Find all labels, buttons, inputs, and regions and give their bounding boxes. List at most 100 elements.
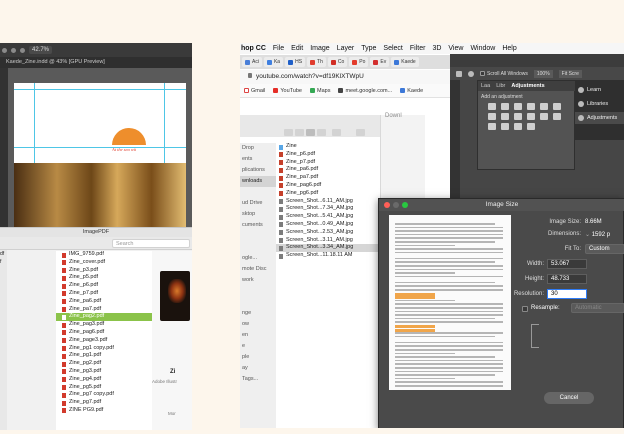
browser-tab[interactable]: Ka xyxy=(263,57,284,67)
fit-screen-button[interactable]: Fit Scre xyxy=(558,69,582,78)
sidebar-item[interactable]: plications xyxy=(240,165,276,176)
file-row[interactable]: Screen_Shot...2.53_AM.jpg xyxy=(276,229,380,237)
hand-tool-icon[interactable] xyxy=(468,70,474,77)
sidebar-item[interactable]: wnloads xyxy=(240,176,276,187)
dock-item[interactable]: Libraries xyxy=(575,98,624,110)
menu-item[interactable]: 3D xyxy=(432,45,441,52)
search-input[interactable]: Search xyxy=(112,239,190,248)
menu-item[interactable]: Type xyxy=(361,45,376,52)
file-row[interactable]: Zine_pag2.pdf xyxy=(56,313,152,322)
more-link[interactable]: Mor xyxy=(168,411,176,416)
dock-item[interactable]: Learn xyxy=(575,84,624,96)
file-row[interactable]: Zine_pa6.pdf xyxy=(56,298,152,306)
bookmark-item[interactable]: YouTube xyxy=(273,87,302,94)
panel-tab[interactable]: Laa xyxy=(481,83,490,89)
fit-to-select[interactable]: Custom xyxy=(585,244,624,254)
finder-sidebar[interactable] xyxy=(0,250,7,430)
zoom-field[interactable]: 42.7% xyxy=(29,46,53,54)
brightness-icon[interactable] xyxy=(488,103,496,110)
width-field[interactable]: 53.067 xyxy=(547,259,587,269)
sidebar-item[interactable]: en xyxy=(240,330,276,341)
share-button[interactable] xyxy=(356,129,365,136)
address-bar[interactable]: youtube.com/watch?v=df19KlXTWpU xyxy=(240,70,455,84)
file-row[interactable]: Zine_pg7 copy.pdf xyxy=(56,391,152,399)
sidebar-item[interactable]: Tags... xyxy=(240,374,276,385)
app-menu[interactable]: hop CC xyxy=(241,45,266,52)
posterize-icon[interactable] xyxy=(488,123,496,130)
dock-item[interactable]: Adjustments xyxy=(575,112,624,124)
sidebar-item[interactable] xyxy=(240,297,276,308)
levels-icon[interactable] xyxy=(501,103,509,110)
menu-item[interactable]: Window xyxy=(470,45,495,52)
file-row[interactable]: Screen_Shot...3.11_AM.jpg xyxy=(276,237,380,245)
file-row[interactable]: Zine_pg5.pdf xyxy=(56,384,152,392)
file-row[interactable]: Zine_pag3.pdf xyxy=(56,321,152,329)
channel-mixer-icon[interactable] xyxy=(527,113,535,120)
image-preview[interactable] xyxy=(389,215,511,390)
close-icon[interactable] xyxy=(384,202,390,208)
bookmark-item[interactable]: Maps xyxy=(310,87,330,94)
sidebar-item[interactable]: mote Disc xyxy=(240,264,276,275)
browser-tab[interactable]: Ev xyxy=(370,57,390,67)
menu-item[interactable]: Edit xyxy=(291,45,303,52)
file-row[interactable]: Zine_p3.pdf xyxy=(56,267,152,275)
sidebar-item[interactable]: ud Drive xyxy=(240,198,276,209)
icon-view-button[interactable] xyxy=(284,129,293,136)
sidebar-item[interactable] xyxy=(240,286,276,297)
file-row[interactable]: Screen_Shot...11.18.11 AM xyxy=(276,252,380,260)
sidebar-item[interactable]: Drop xyxy=(240,143,276,154)
selective-color-icon[interactable] xyxy=(527,123,535,130)
file-row[interactable]: Zine_p5.pdf xyxy=(56,274,152,282)
panel-tab[interactable]: Adjustments xyxy=(511,83,544,89)
zoom-window-icon[interactable] xyxy=(402,202,408,208)
file-row[interactable]: Zine_pg4.pdf xyxy=(56,376,152,384)
color-lookup-icon[interactable] xyxy=(540,113,548,120)
browser-tab[interactable]: Po xyxy=(349,57,369,67)
file-row[interactable]: ZINE PG9.pdf xyxy=(56,407,152,415)
file-row[interactable]: Zine_pg1 copy.pdf xyxy=(56,345,152,353)
menu-item[interactable]: Select xyxy=(383,45,402,52)
cancel-button[interactable]: Cancel xyxy=(544,392,594,404)
file-row[interactable]: Zine_pg3.pdf xyxy=(56,368,152,376)
bookmark-item[interactable]: Gmail xyxy=(244,87,265,94)
link-icon[interactable] xyxy=(531,324,539,348)
file-row[interactable]: Zine_pa6.pdf xyxy=(276,166,380,174)
file-row[interactable]: Screen_Shot...6.11_AM.jpg xyxy=(276,198,380,206)
file-row[interactable]: Zine_p7.pdf xyxy=(276,159,380,167)
menu-item[interactable]: File xyxy=(273,45,284,52)
sidebar-item[interactable]: ogle... xyxy=(240,253,276,264)
file-row[interactable]: Zine_pg7.pdf xyxy=(56,399,152,407)
minimize-icon[interactable] xyxy=(393,202,399,208)
sidebar-item[interactable]: cuments xyxy=(240,220,276,231)
black-white-icon[interactable] xyxy=(501,113,509,120)
file-list[interactable]: Zine Zine_p6.pdf Zine_p7.pdf Zine_pa6.pdf Zi… xyxy=(276,143,380,428)
file-row[interactable]: Zine_pa7.pdf xyxy=(276,174,380,182)
file-list[interactable]: IMG_9759.pdf Zine_cover.pdf Zine_p3.pdf Zin… xyxy=(56,251,152,430)
home-icon[interactable] xyxy=(456,70,462,77)
invert-icon[interactable] xyxy=(553,113,561,120)
url-text[interactable]: youtube.com/watch?v=df19KlXTWpU xyxy=(256,73,364,80)
sidebar-item[interactable]: ple xyxy=(240,352,276,363)
threshold-icon[interactable] xyxy=(501,123,509,130)
file-row[interactable]: Zine_p6.pdf xyxy=(56,282,152,290)
zoom-button[interactable]: 100% xyxy=(533,69,553,78)
file-row[interactable]: Screen_Shot...5.41_AM.jpg xyxy=(276,213,380,221)
window-dot[interactable] xyxy=(2,47,7,53)
menu-item[interactable]: Filter xyxy=(410,45,426,52)
chevron-down-icon[interactable]: ⌄ xyxy=(585,232,592,238)
file-row[interactable]: Zine_pg6.pdf xyxy=(276,190,380,198)
browser-tab[interactable]: Aci xyxy=(242,57,262,67)
scroll-all-checkbox[interactable] xyxy=(480,71,485,76)
browser-tab[interactable]: HS xyxy=(285,57,306,67)
browser-tab[interactable]: Co xyxy=(327,57,348,67)
browser-tab[interactable]: Kaede xyxy=(391,57,419,67)
panel-tab[interactable]: Libr xyxy=(496,83,505,89)
resample-checkbox[interactable] xyxy=(522,306,528,312)
sidebar-item[interactable] xyxy=(240,242,276,253)
menu-item[interactable]: Image xyxy=(310,45,329,52)
sidebar-item[interactable]: work xyxy=(240,275,276,286)
file-row[interactable]: Zine xyxy=(276,143,380,151)
curves-icon[interactable] xyxy=(514,103,522,110)
menu-item[interactable]: Help xyxy=(502,45,516,52)
file-row[interactable]: Screen_Shot...7.34_AM.jpg xyxy=(276,205,380,213)
